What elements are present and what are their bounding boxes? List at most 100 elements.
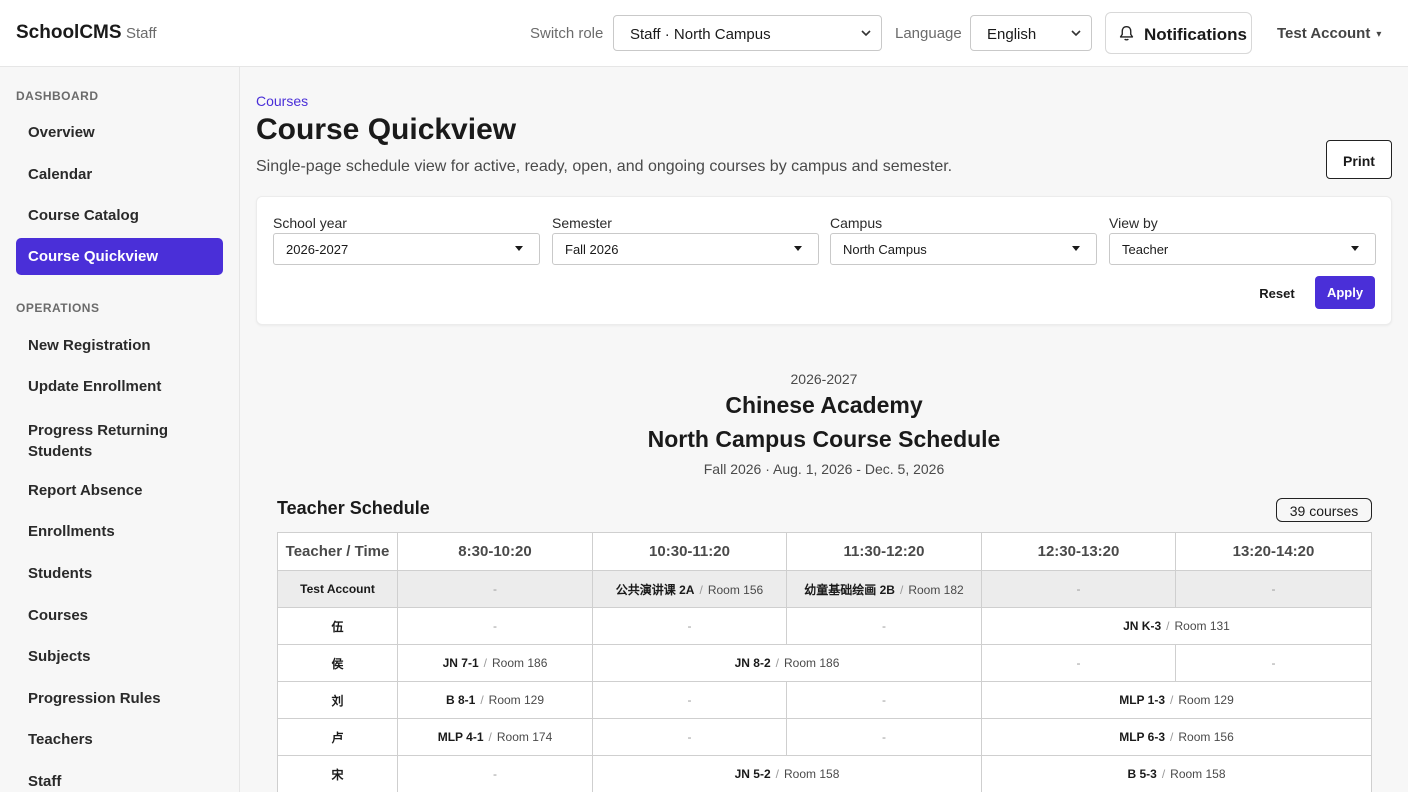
teacher-name-cell[interactable]: 侯 xyxy=(277,644,398,682)
teacher-name-cell[interactable]: 伍 xyxy=(277,607,398,645)
room-label: Room 158 xyxy=(1170,767,1226,781)
sidebar-item-enrollments[interactable]: Enrollments xyxy=(16,513,223,550)
breadcrumb[interactable]: Courses xyxy=(256,93,308,109)
language-select-value: English xyxy=(987,26,1037,43)
empty-slot-dash: - xyxy=(687,730,692,744)
empty-slot-dash: - xyxy=(1271,582,1276,596)
sidebar-item-overview[interactable]: Overview xyxy=(16,114,223,151)
language-select[interactable]: English xyxy=(970,15,1092,51)
empty-slot-dash: - xyxy=(882,693,886,707)
role-select[interactable]: Staff · North Campus xyxy=(613,15,882,51)
course-slot-cell[interactable]: 幼童基础绘画 2B / Room 182 xyxy=(786,570,982,608)
course-slot-cell[interactable]: MLP 1-3 / Room 129 xyxy=(981,681,1372,719)
campus-label: Campus xyxy=(830,215,883,231)
room-label: Room 182 xyxy=(908,582,964,597)
room-label: Room 186 xyxy=(784,656,840,670)
course-slot-cell[interactable]: B 5-3 / Room 158 xyxy=(981,755,1372,792)
teacher-name-cell[interactable]: Test Account xyxy=(277,570,398,608)
view-by-label: View by xyxy=(1109,215,1158,231)
chevron-down-icon xyxy=(861,30,871,37)
room-label: Room 174 xyxy=(496,730,553,744)
schedule-term: Fall 2026 · Aug. 1, 2026 - Dec. 5, 2026 xyxy=(703,461,945,477)
course-slot-cell[interactable]: JN 5-2 / Room 158 xyxy=(592,755,982,792)
sidebar-item-students[interactable]: Students xyxy=(16,555,223,592)
slash-separator: / xyxy=(1161,767,1166,781)
slash-separator: / xyxy=(488,730,492,744)
empty-slot-cell: - xyxy=(981,570,1176,608)
sidebar-item-staff[interactable]: Staff xyxy=(16,763,223,792)
print-button[interactable]: Print xyxy=(1326,140,1392,179)
course-slot-cell[interactable]: B 8-1 / Room 129 xyxy=(397,681,593,719)
table-row: 伍 - - - JN K-3 / Room 131 xyxy=(277,607,1372,645)
course-slot-cell[interactable]: MLP 6-3 / Room 156 xyxy=(981,718,1372,756)
table-heading: Teacher Schedule xyxy=(277,498,430,518)
course-slot-cell[interactable]: MLP 4-1 / Room 174 xyxy=(397,718,593,756)
empty-slot-dash: - xyxy=(493,582,497,596)
column-header-time-slot: 10:30-11:20 xyxy=(592,532,787,571)
room-label: Room 129 xyxy=(1178,693,1234,707)
empty-slot-cell: - xyxy=(592,718,787,756)
table-row: 卢 MLP 4-1 / Room 174 - - MLP 6-3 / Room 156 xyxy=(277,718,1372,756)
sidebar-item-update-enrollment[interactable]: Update Enrollment xyxy=(16,368,223,405)
bell-icon xyxy=(1119,26,1134,41)
slash-separator: / xyxy=(1170,693,1174,707)
empty-slot-cell: - xyxy=(397,607,593,645)
reset-button[interactable]: Reset xyxy=(1250,277,1304,309)
sidebar-item-report-absence[interactable]: Report Absence xyxy=(16,472,223,509)
empty-slot-dash: - xyxy=(1271,656,1276,670)
table-header-row: Teacher / Time 8:30-10:20 10:30-11:20 11:30… xyxy=(277,532,1372,571)
empty-slot-cell: - xyxy=(397,570,593,608)
caret-down-icon: ▾ xyxy=(1376,29,1382,40)
course-slot-cell[interactable]: 公共演讲课 2A / Room 156 xyxy=(592,570,787,608)
slash-separator: / xyxy=(480,693,484,707)
teacher-name-cell[interactable]: 卢 xyxy=(277,718,398,756)
account-menu[interactable]: Test Account ▾ xyxy=(1277,25,1381,42)
brand-name[interactable]: SchoolCMS xyxy=(16,22,122,44)
empty-slot-cell: - xyxy=(592,681,787,719)
school-year-select[interactable]: 2026-2027 xyxy=(273,233,540,265)
school-year-label: School year xyxy=(273,215,347,231)
sidebar-section-dashboard: DASHBOARD xyxy=(16,89,99,103)
table-row: 侯 JN 7-1 / Room 186 JN 8-2 / Room 186 - - xyxy=(277,644,1372,682)
caret-down-icon xyxy=(515,246,523,251)
semester-select[interactable]: Fall 2026 xyxy=(552,233,819,265)
column-header-time-slot: 12:30-13:20 xyxy=(981,532,1176,571)
sidebar-item-progress-returning-students[interactable]: Progress Returning Students xyxy=(16,415,223,463)
slash-separator: / xyxy=(1170,730,1174,744)
sidebar-item-teachers[interactable]: Teachers xyxy=(16,721,223,758)
page-description: Single-page schedule view for active, re… xyxy=(256,158,953,175)
column-header-time-slot: 11:30-12:20 xyxy=(786,532,982,571)
sidebar-item-course-catalog[interactable]: Course Catalog xyxy=(16,197,223,234)
room-label: Room 156 xyxy=(1178,730,1234,744)
schedule-year: 2026-2027 xyxy=(790,371,858,387)
table-row: 刘 B 8-1 / Room 129 - - MLP 1-3 / Room 129 xyxy=(277,681,1372,719)
teacher-name-cell[interactable]: 宋 xyxy=(277,755,398,792)
course-slot-cell[interactable]: JN K-3 / Room 131 xyxy=(981,607,1372,645)
sidebar-item-progression-rules[interactable]: Progression Rules xyxy=(16,680,223,717)
empty-slot-dash: - xyxy=(1076,656,1081,670)
sidebar-item-course-quickview[interactable]: Course Quickview xyxy=(16,238,223,275)
sidebar-item-new-registration[interactable]: New Registration xyxy=(16,327,223,364)
teacher-name-cell[interactable]: 刘 xyxy=(277,681,398,719)
schedule-school-name: Chinese Academy xyxy=(725,392,923,418)
course-code: 公共演讲课 2A xyxy=(615,582,695,597)
sidebar-item-calendar[interactable]: Calendar xyxy=(16,156,223,193)
campus-value: North Campus xyxy=(843,242,927,257)
apply-button[interactable]: Apply xyxy=(1315,276,1375,309)
sidebar-item-courses[interactable]: Courses xyxy=(16,597,223,634)
view-by-select[interactable]: Teacher xyxy=(1109,233,1376,265)
empty-slot-cell: - xyxy=(592,607,787,645)
campus-select[interactable]: North Campus xyxy=(830,233,1097,265)
page-title: Course Quickview xyxy=(256,113,517,146)
schedule-table: Teacher / Time 8:30-10:20 10:30-11:20 11:30… xyxy=(277,532,1372,792)
sidebar-item-subjects[interactable]: Subjects xyxy=(16,638,223,675)
switch-role-label: Switch role xyxy=(530,25,604,42)
notifications-button[interactable]: Notifications xyxy=(1105,12,1252,54)
room-label: Room 131 xyxy=(1174,619,1230,633)
schedule-campus-title: North Campus Course Schedule xyxy=(647,426,1001,452)
empty-slot-cell: - xyxy=(1175,570,1372,608)
course-slot-cell[interactable]: JN 8-2 / Room 186 xyxy=(592,644,982,682)
course-slot-cell[interactable]: JN 7-1 / Room 186 xyxy=(397,644,593,682)
column-header-time-slot: 13:20-14:20 xyxy=(1175,532,1372,571)
column-header-time-slot: 8:30-10:20 xyxy=(397,532,593,571)
